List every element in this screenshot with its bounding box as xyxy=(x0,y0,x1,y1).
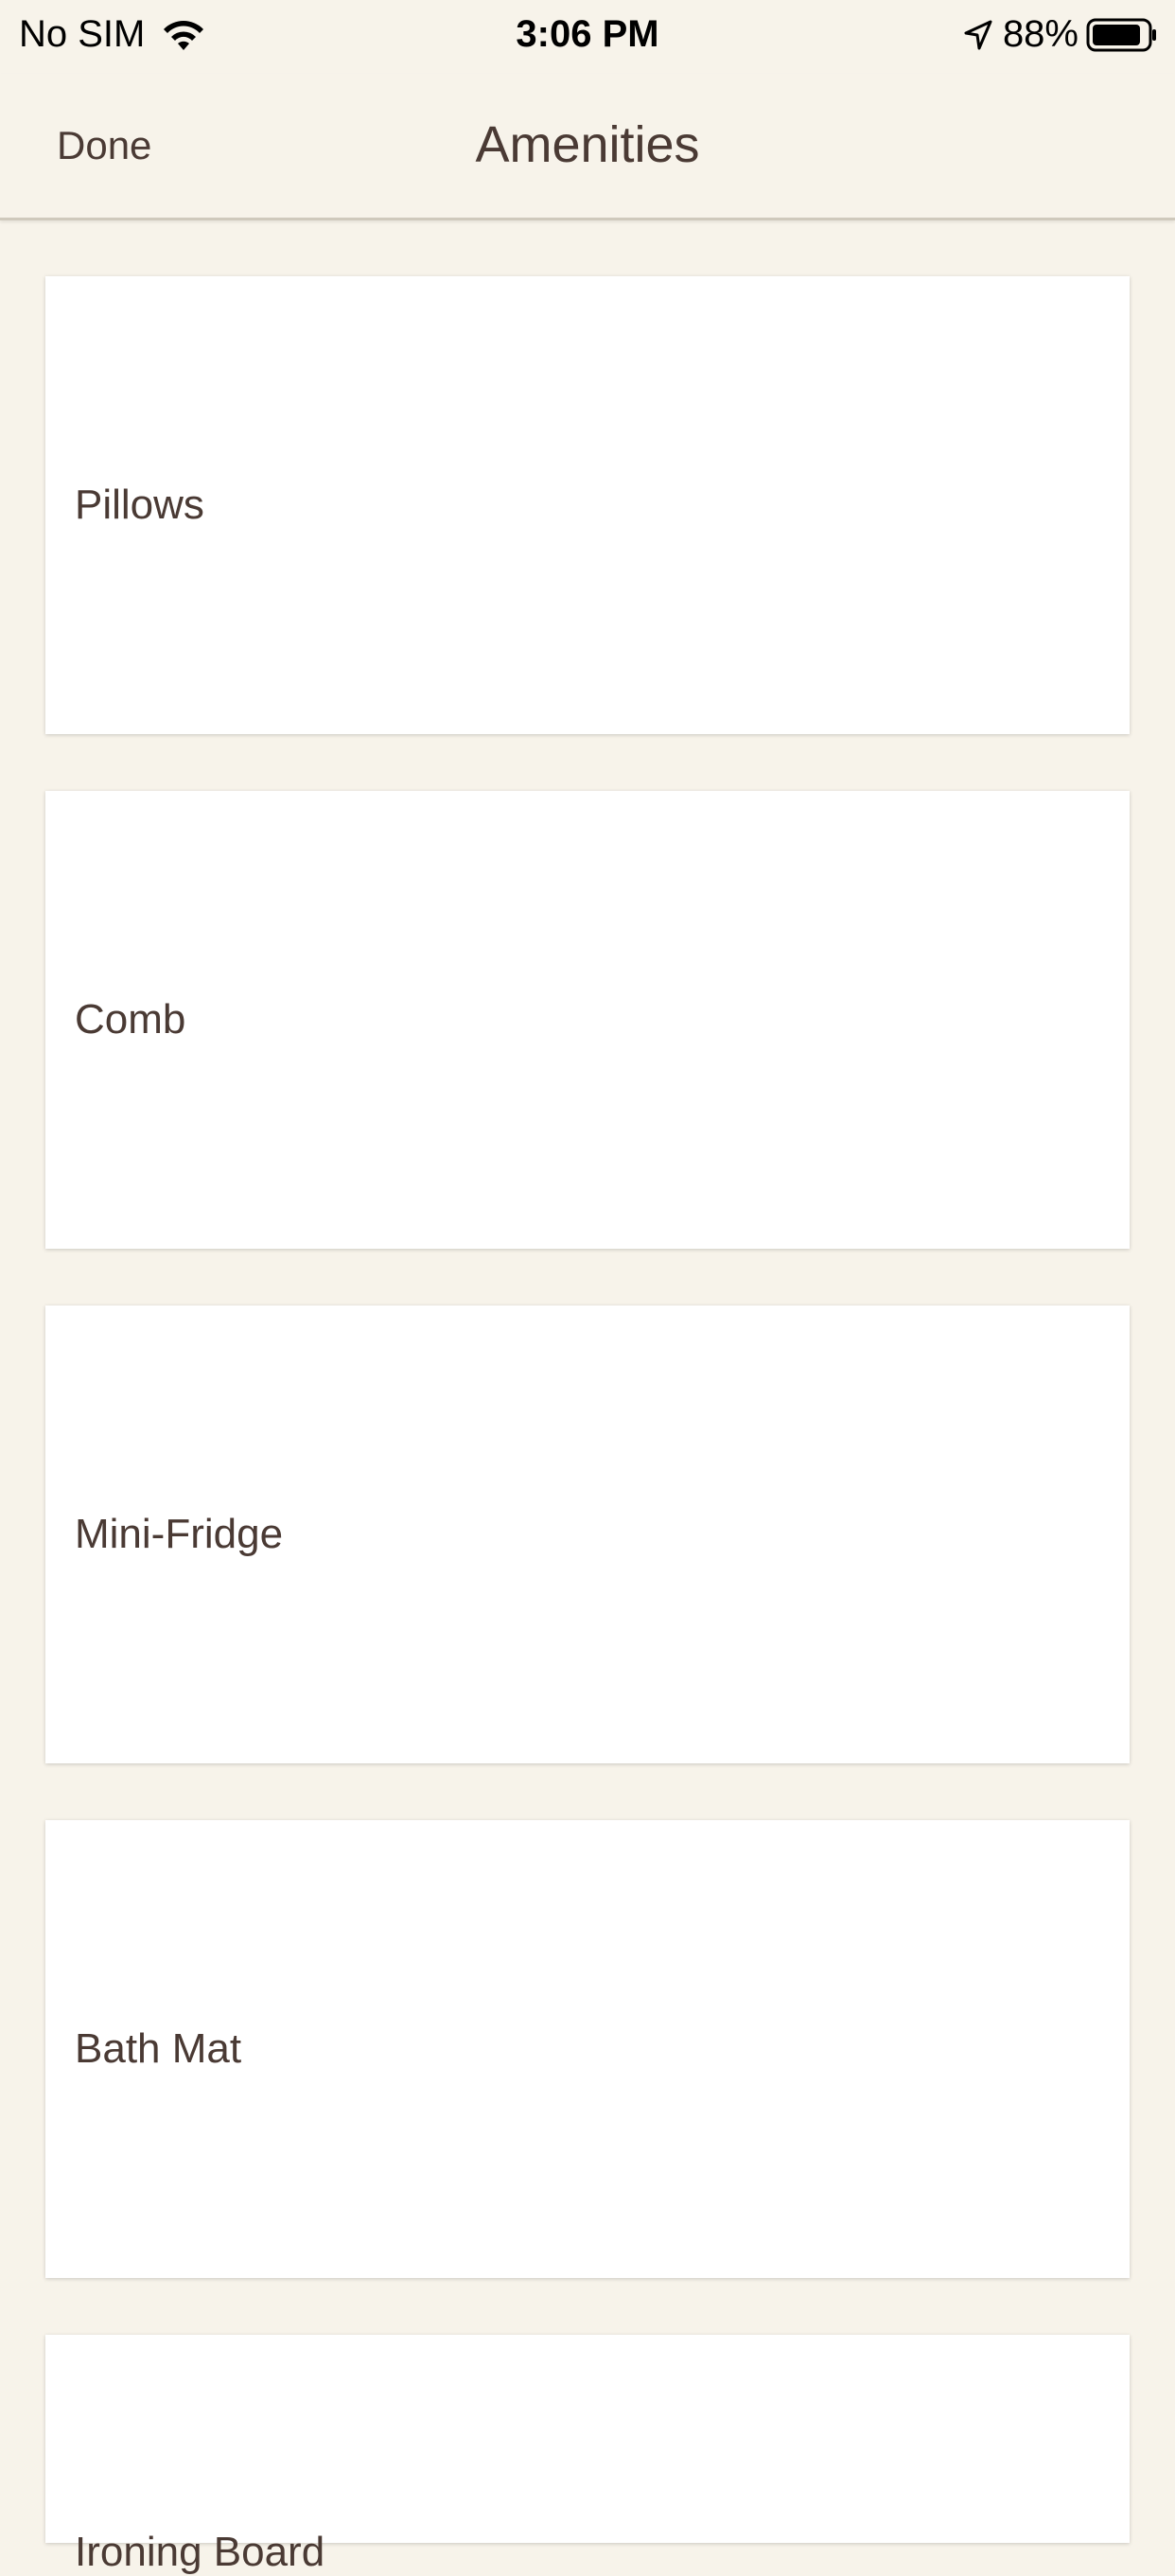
amenities-list: Pillows Comb Mini-Fridge Bath Mat Ironin… xyxy=(45,276,1130,2575)
status-bar: No SIM 3:06 PM 88% xyxy=(0,0,1175,74)
amenity-card[interactable]: Pillows xyxy=(45,276,1130,734)
page-title: Amenities xyxy=(475,116,700,173)
battery-icon xyxy=(1086,18,1156,51)
navigation-bar: Done Amenities xyxy=(0,74,1175,220)
amenity-card[interactable]: Mini-Fridge xyxy=(45,1306,1130,1763)
amenity-card[interactable]: Ironing Board xyxy=(45,2335,1130,2575)
battery-percent: 88% xyxy=(1002,13,1079,55)
amenity-card[interactable]: Bath Mat xyxy=(45,1820,1130,2278)
amenity-label: Pillows xyxy=(75,482,204,528)
amenity-label: Comb xyxy=(75,996,186,1043)
amenity-label: Bath Mat xyxy=(75,2025,242,2072)
location-arrow-icon xyxy=(964,20,992,49)
status-right: 88% xyxy=(963,13,1158,56)
amenity-label: Mini-Fridge xyxy=(75,1511,284,1557)
amenity-label: Ironing Board xyxy=(75,2529,325,2575)
amenity-card[interactable]: Comb xyxy=(45,791,1130,1249)
